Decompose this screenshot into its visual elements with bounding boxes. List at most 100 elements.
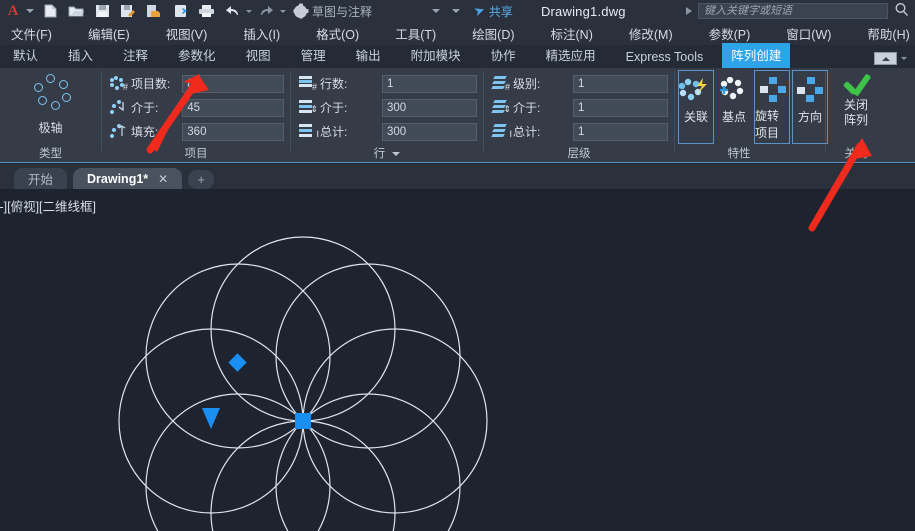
save-icon[interactable] [90,1,114,21]
ribbon-panel-items: # 项目数: 8 介于: 45 [102,68,290,163]
document-tab-start[interactable]: 开始 [14,168,67,189]
open-folder-icon[interactable] [64,1,88,21]
new-file-icon[interactable] [38,1,62,21]
ribbon-tab-express-tools[interactable]: Express Tools [617,48,713,68]
row-count-label: 行数: [320,75,362,92]
ribbon-tab-array-creation[interactable]: 阵列创建 [722,43,790,68]
menu-item-edit[interactable]: 编辑(E) [81,24,137,43]
search-icon[interactable] [894,2,909,20]
redo-chevron-down-icon[interactable] [280,10,286,13]
close-array-line1: 关闭 [844,98,868,113]
rows-total-icon: I [299,124,316,139]
polar-array-icon [29,74,73,116]
count-hash-glyph: # [505,83,510,92]
undo-icon[interactable] [220,1,244,21]
menu-item-window[interactable]: 窗口(W) [779,24,838,43]
share-label: 共享 [489,3,513,20]
ribbon-tab-collaborate[interactable]: 协作 [482,43,525,68]
document-tab-drawing1-label: Drawing1* [87,172,148,186]
ribbon-tab-parametric[interactable]: 参数化 [169,43,225,68]
array-type-polar-button[interactable]: 极轴 [0,68,101,136]
array-geometry [0,189,915,531]
ribbon-panel-levels-label: 层级 [484,146,674,163]
item-count-grip[interactable] [202,408,220,429]
level-total-input[interactable]: 1 [573,123,668,141]
new-tab-button[interactable]: + [188,170,214,189]
row-between-input[interactable]: 300 [382,99,477,117]
ribbon-tab-default[interactable]: 默认 [4,43,47,68]
ribbon-tab-output[interactable]: 输出 [347,43,390,68]
between-glyph: ⇕ [503,105,511,114]
levels-count-icon: # [492,76,509,91]
search-expand-icon[interactable] [686,7,692,15]
ribbon-tab-manage[interactable]: 管理 [292,43,335,68]
property-direction-button[interactable]: 方向 [792,70,828,144]
ribbon-panel-close-label: 关闭 [826,146,886,163]
print-icon[interactable] [194,1,218,21]
ribbon-panel-rows: # 行数: 1 ⇕ 介于: 300 [291,68,483,163]
ribbon-minimize-button[interactable] [874,52,897,65]
share-button[interactable]: ➤ 共享 [474,3,513,20]
level-count-input[interactable]: 1 [573,75,668,93]
document-tab-drawing1[interactable]: Drawing1* ✕ [73,168,182,189]
menu-item-format[interactable]: 格式(O) [309,24,366,43]
property-rotate-items-button[interactable]: 旋转项目 [754,70,790,144]
menu-item-insert[interactable]: 插入(I) [236,24,287,43]
rows-count-icon: # [299,76,316,91]
menu-item-file[interactable]: 文件(F) [4,24,59,43]
ribbon-minimize-chevron-down-icon[interactable] [901,57,907,60]
ribbon-panel-properties-label: 特性 [653,146,825,163]
ribbon-panel-items-label: 项目 [102,146,290,163]
row-count-input[interactable]: 1 [382,75,477,93]
item-between-input[interactable]: 45 [182,99,284,117]
redo-icon[interactable] [254,1,278,21]
count-hash-glyph: # [123,83,128,92]
level-between-input[interactable]: 1 [573,99,668,117]
green-check-icon [841,72,871,98]
ribbon-panel-rows-label[interactable]: 行 [291,146,483,163]
item-fill-label: 填充: [131,123,182,140]
item-count-input[interactable]: 8 [182,75,284,93]
title-bar: A [0,0,915,22]
item-between-label: 介于: [131,99,182,116]
array-type-polar-label: 极轴 [38,119,62,136]
ribbon-panel-properties: 关联 基点 [675,68,825,163]
search-input[interactable]: 键入关键字或短语 [698,3,888,19]
ribbon-tab-view[interactable]: 视图 [237,43,280,68]
field-row-item-fill: 填充: 360 [110,122,284,141]
app-menu-chevron-down-icon[interactable] [26,9,34,13]
property-associative-button[interactable]: 关联 [678,70,714,144]
qat-customize-chevron-down-icon[interactable] [452,9,460,13]
ribbon-tab-bar: 默认 插入 注释 参数化 视图 管理 输出 附加模块 协作 精选应用 Expre… [0,45,915,68]
workspace-chevron-down-icon[interactable] [432,9,440,13]
ribbon-tab-annotate[interactable]: 注释 [114,43,157,68]
menu-item-help[interactable]: 帮助(H) [860,24,915,43]
export-icon[interactable] [142,1,166,21]
close-icon[interactable]: ✕ [158,172,168,186]
level-between-label: 介于: [513,99,555,116]
workspace-selector[interactable]: 草图与注释 [294,3,372,20]
menu-item-tools[interactable]: 工具(T) [388,24,443,43]
menu-item-draw[interactable]: 绘图(D) [465,24,521,43]
save-as-icon[interactable] [116,1,140,21]
ribbon-tab-insert[interactable]: 插入 [59,43,102,68]
row-total-input[interactable]: 300 [382,123,477,141]
ribbon-panel-levels: # 级别: 1 ⇕ 介于: 1 [484,68,674,163]
menu-item-view[interactable]: 视图(V) [159,24,215,43]
rows-panel-chevron-down-icon[interactable] [392,152,400,156]
property-base-point-button[interactable]: 基点 [716,70,752,144]
autocad-window: A [0,0,915,531]
ribbon-tab-featured-apps[interactable]: 精选应用 [537,43,605,68]
drawing-canvas[interactable]: [-][俯视][二维线框] [0,189,915,531]
app-logo-icon[interactable]: A [0,0,26,22]
menu-item-parametric[interactable]: 参数(P) [702,24,758,43]
undo-chevron-down-icon[interactable] [246,10,252,13]
close-array-button[interactable]: 关闭 阵列 [826,68,886,128]
menu-item-dimension[interactable]: 标注(N) [544,24,600,43]
ribbon-tab-addins[interactable]: 附加模块 [402,43,470,68]
item-fill-input[interactable]: 360 [182,123,284,141]
ribbon-panel-close: 关闭 阵列 关闭 [826,68,886,163]
cloud-sync-icon[interactable] [168,1,192,21]
menu-item-modify[interactable]: 修改(M) [622,24,680,43]
base-point-grip[interactable] [295,413,311,429]
